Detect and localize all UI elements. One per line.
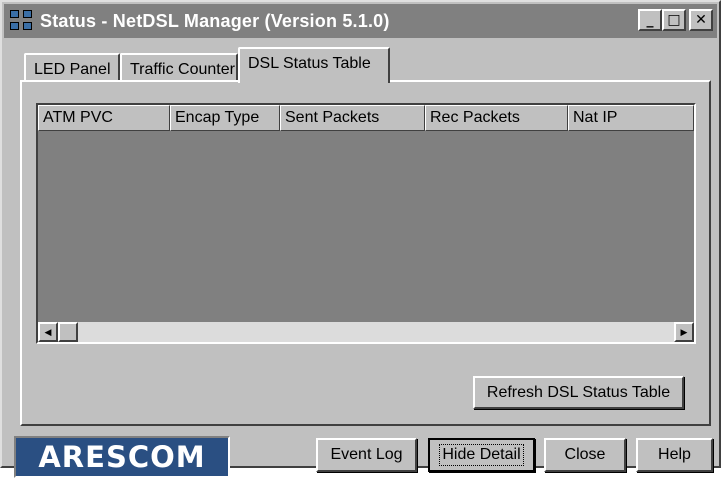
title-bar[interactable]: Status - NetDSL Manager (Version 5.1.0) … (4, 4, 717, 38)
arescom-logo: ARESCOM (14, 436, 230, 478)
minimize-button[interactable]: _ (638, 9, 662, 31)
close-button[interactable]: Close (544, 438, 626, 472)
hide-detail-button[interactable]: Hide Detail (428, 438, 535, 472)
hide-detail-label: Hide Detail (439, 444, 524, 466)
event-log-button[interactable]: Event Log (316, 438, 417, 472)
maximize-button[interactable]: □ (662, 9, 686, 31)
tab-led-panel[interactable]: LED Panel (24, 53, 120, 81)
close-window-button[interactable]: ✕ (689, 9, 713, 31)
tab-dsl-status-table[interactable]: DSL Status Table (238, 47, 390, 83)
network-computers-icon[interactable] (10, 10, 34, 32)
window-title: Status - NetDSL Manager (Version 5.1.0) (40, 10, 390, 31)
tab-traffic-counter[interactable]: Traffic Counter (120, 53, 238, 81)
help-button[interactable]: Help (636, 438, 713, 472)
tab-panel (20, 80, 711, 426)
logo-text: ARESCOM (38, 440, 206, 474)
